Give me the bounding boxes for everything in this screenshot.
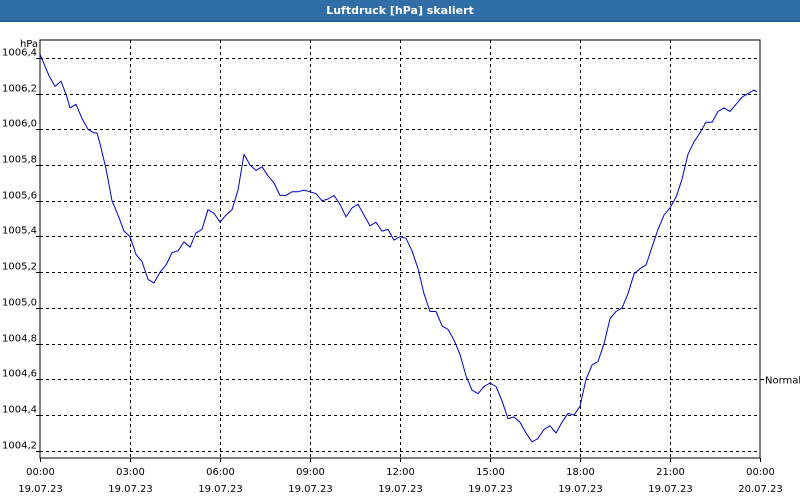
y-tick-label: 1004,6 <box>2 369 37 380</box>
y-tick-label: 1006,0 <box>2 119 37 130</box>
y-tick-label: 1005,8 <box>2 155 37 166</box>
y-tick-label: 1005,4 <box>2 226 37 237</box>
series-line <box>39 54 758 443</box>
x-tick-time-label: 15:00 <box>476 467 505 478</box>
y-axis-unit-label: hPa <box>20 39 38 50</box>
grid-lines <box>40 40 760 458</box>
y-tick-label: 1005,6 <box>2 191 37 202</box>
x-tick-time-label: 00:00 <box>746 467 775 478</box>
x-tick-date-label: 19.07.23 <box>648 484 693 495</box>
x-tick-date-label: 19.07.23 <box>108 484 153 495</box>
x-tick-date-label: 19.07.23 <box>198 484 243 495</box>
line-chart: 1004,2 1004,4 1004,6 1004,8 1005,0 1005,2 1005… <box>2 39 800 495</box>
x-tick-date-label: 19.07.23 <box>378 484 423 495</box>
x-tick-date-label: 19.07.23 <box>18 484 63 495</box>
x-tick-time-label: 12:00 <box>386 467 415 478</box>
x-tick-time-label: 21:00 <box>656 467 685 478</box>
y-tick-label: 1004,8 <box>2 334 37 345</box>
x-tick-date-label: 19.07.23 <box>468 484 513 495</box>
x-tick-time-label: 18:00 <box>566 467 595 478</box>
x-tick-time-label: 09:00 <box>296 467 325 478</box>
y-tick-label: 1005,0 <box>2 298 37 309</box>
y-tick-label: 1006,2 <box>2 84 37 95</box>
y-tick-label: 1005,2 <box>2 262 37 273</box>
reference-line-label: Normal <box>765 376 800 387</box>
x-tick-time-label: 00:00 <box>26 467 55 478</box>
y-tick-label: 1004,4 <box>2 405 37 416</box>
x-tick-time-label: 03:00 <box>116 467 145 478</box>
x-tick-date-label: 20.07.23 <box>738 484 783 495</box>
x-tick-date-label: 19.07.23 <box>288 484 333 495</box>
y-tick-label: 1004,2 <box>2 441 37 452</box>
x-tick-time-label: 06:00 <box>206 467 235 478</box>
x-tick-date-label: 19.07.23 <box>558 484 603 495</box>
series-layer <box>39 54 758 443</box>
